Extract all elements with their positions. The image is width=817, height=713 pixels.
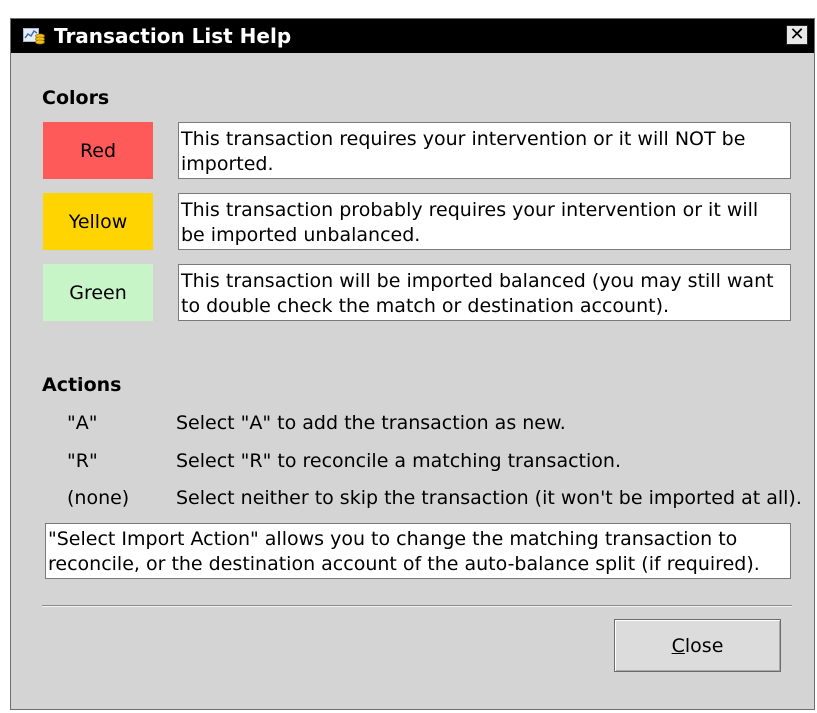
close-button-mnemonic: C	[671, 634, 685, 657]
color-swatch-red: Red	[43, 122, 153, 179]
app-icon	[23, 28, 45, 45]
action-key-r: "R"	[67, 450, 98, 472]
title-bar[interactable]: Transaction List Help ✕	[11, 19, 814, 53]
import-action-note: "Select Import Action" allows you to cha…	[45, 523, 791, 579]
action-text-none: Select neither to skip the transaction (…	[176, 487, 802, 509]
action-text-r: Select "R" to reconcile a matching trans…	[176, 450, 621, 472]
action-key-a: "A"	[67, 412, 98, 434]
color-description-red: This transaction requires your intervent…	[178, 122, 791, 179]
color-swatch-yellow: Yellow	[43, 193, 153, 250]
actions-heading: Actions	[42, 374, 122, 396]
close-button-label: lose	[684, 634, 724, 657]
color-swatch-green: Green	[43, 264, 153, 321]
close-icon[interactable]: ✕	[786, 25, 808, 45]
action-text-a: Select "A" to add the transaction as new…	[176, 412, 566, 434]
color-description-green: This transaction will be imported balanc…	[178, 264, 791, 321]
window-title: Transaction List Help	[54, 24, 292, 48]
colors-heading: Colors	[42, 87, 110, 109]
separator	[42, 605, 792, 607]
action-key-none: (none)	[67, 487, 130, 509]
color-description-yellow: This transaction probably requires your …	[178, 193, 791, 250]
close-button[interactable]: Close	[614, 619, 781, 672]
help-dialog: Transaction List Help ✕ Colors Red This …	[10, 18, 815, 710]
